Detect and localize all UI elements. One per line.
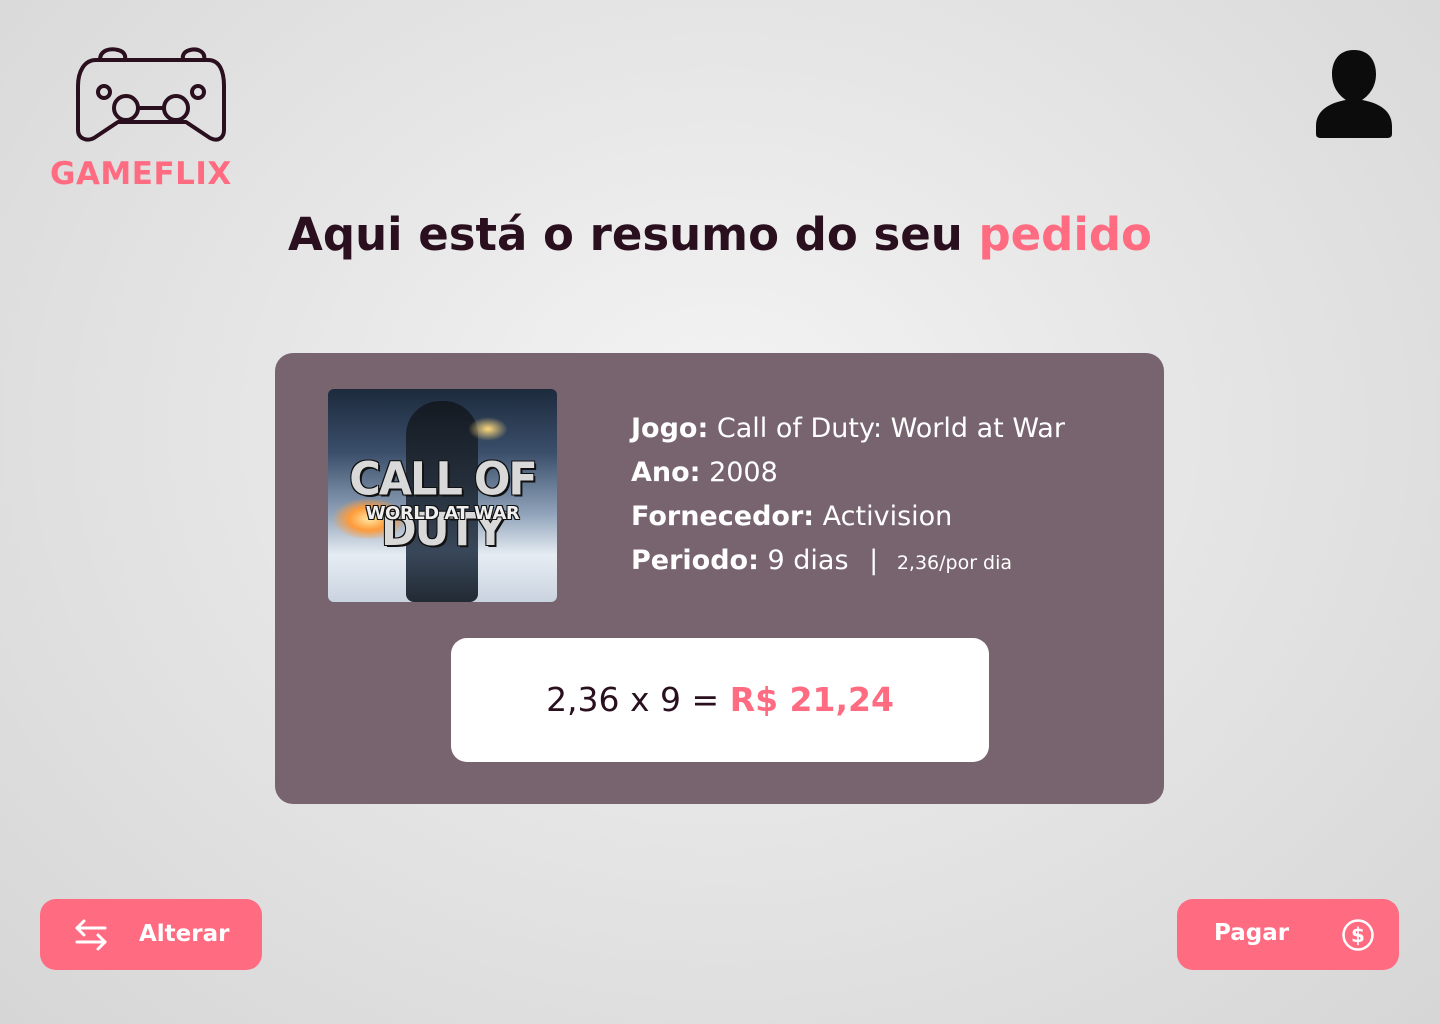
detail-game-label: Jogo: [631, 413, 709, 444]
order-summary-card: CALL OF DUTY WORLD AT WAR Jogo: Call of … [275, 353, 1164, 804]
detail-price-per-day: 2,36/por dia [896, 552, 1013, 574]
detail-supplier-value: Activision [822, 501, 953, 532]
change-order-label: Alterar [139, 921, 230, 947]
user-profile-button[interactable] [1314, 46, 1394, 140]
cover-muzzle-flash [468, 417, 508, 441]
pay-button[interactable]: Pagar $ [1177, 899, 1399, 970]
change-order-button[interactable]: Alterar [40, 899, 262, 970]
detail-supplier-label: Fornecedor: [631, 501, 815, 532]
gamepad-icon [76, 47, 226, 142]
detail-period-separator: | [869, 545, 879, 576]
user-icon [1316, 50, 1392, 138]
swap-arrows-icon [75, 919, 107, 951]
brand-name: GAMEFLIX [50, 156, 232, 192]
page-title-accent: pedido [978, 208, 1152, 261]
pay-label: Pagar [1214, 920, 1290, 946]
detail-year: Ano: 2008 [631, 451, 1065, 495]
total-price: R$ 21,24 [729, 680, 894, 719]
order-details: Jogo: Call of Duty: World at War Ano: 20… [631, 407, 1065, 583]
detail-supplier: Fornecedor: Activision [631, 495, 1065, 539]
brand-logo[interactable]: GAMEFLIX [50, 46, 254, 196]
detail-year-label: Ano: [631, 457, 701, 488]
cover-subtitle: WORLD AT WAR [365, 503, 520, 524]
page-title-main: Aqui está o resumo do seu [288, 208, 979, 261]
game-cover-image: CALL OF DUTY WORLD AT WAR [328, 389, 557, 602]
detail-game: Jogo: Call of Duty: World at War [631, 407, 1065, 451]
detail-period: Periodo: 9 dias | 2,36/por dia [631, 539, 1065, 583]
dollar-circle-icon: $ [1342, 919, 1374, 951]
total-formula: 2,36 x 9 = [546, 680, 730, 719]
svg-text:$: $ [1351, 923, 1365, 947]
detail-year-value: 2008 [709, 457, 778, 488]
detail-period-label: Periodo: [631, 545, 759, 576]
order-total-box: 2,36 x 9 = R$ 21,24 [451, 638, 989, 762]
detail-game-value: Call of Duty: World at War [716, 413, 1065, 444]
page-title: Aqui está o resumo do seu pedido [0, 208, 1440, 261]
detail-period-value: 9 dias [767, 545, 849, 576]
